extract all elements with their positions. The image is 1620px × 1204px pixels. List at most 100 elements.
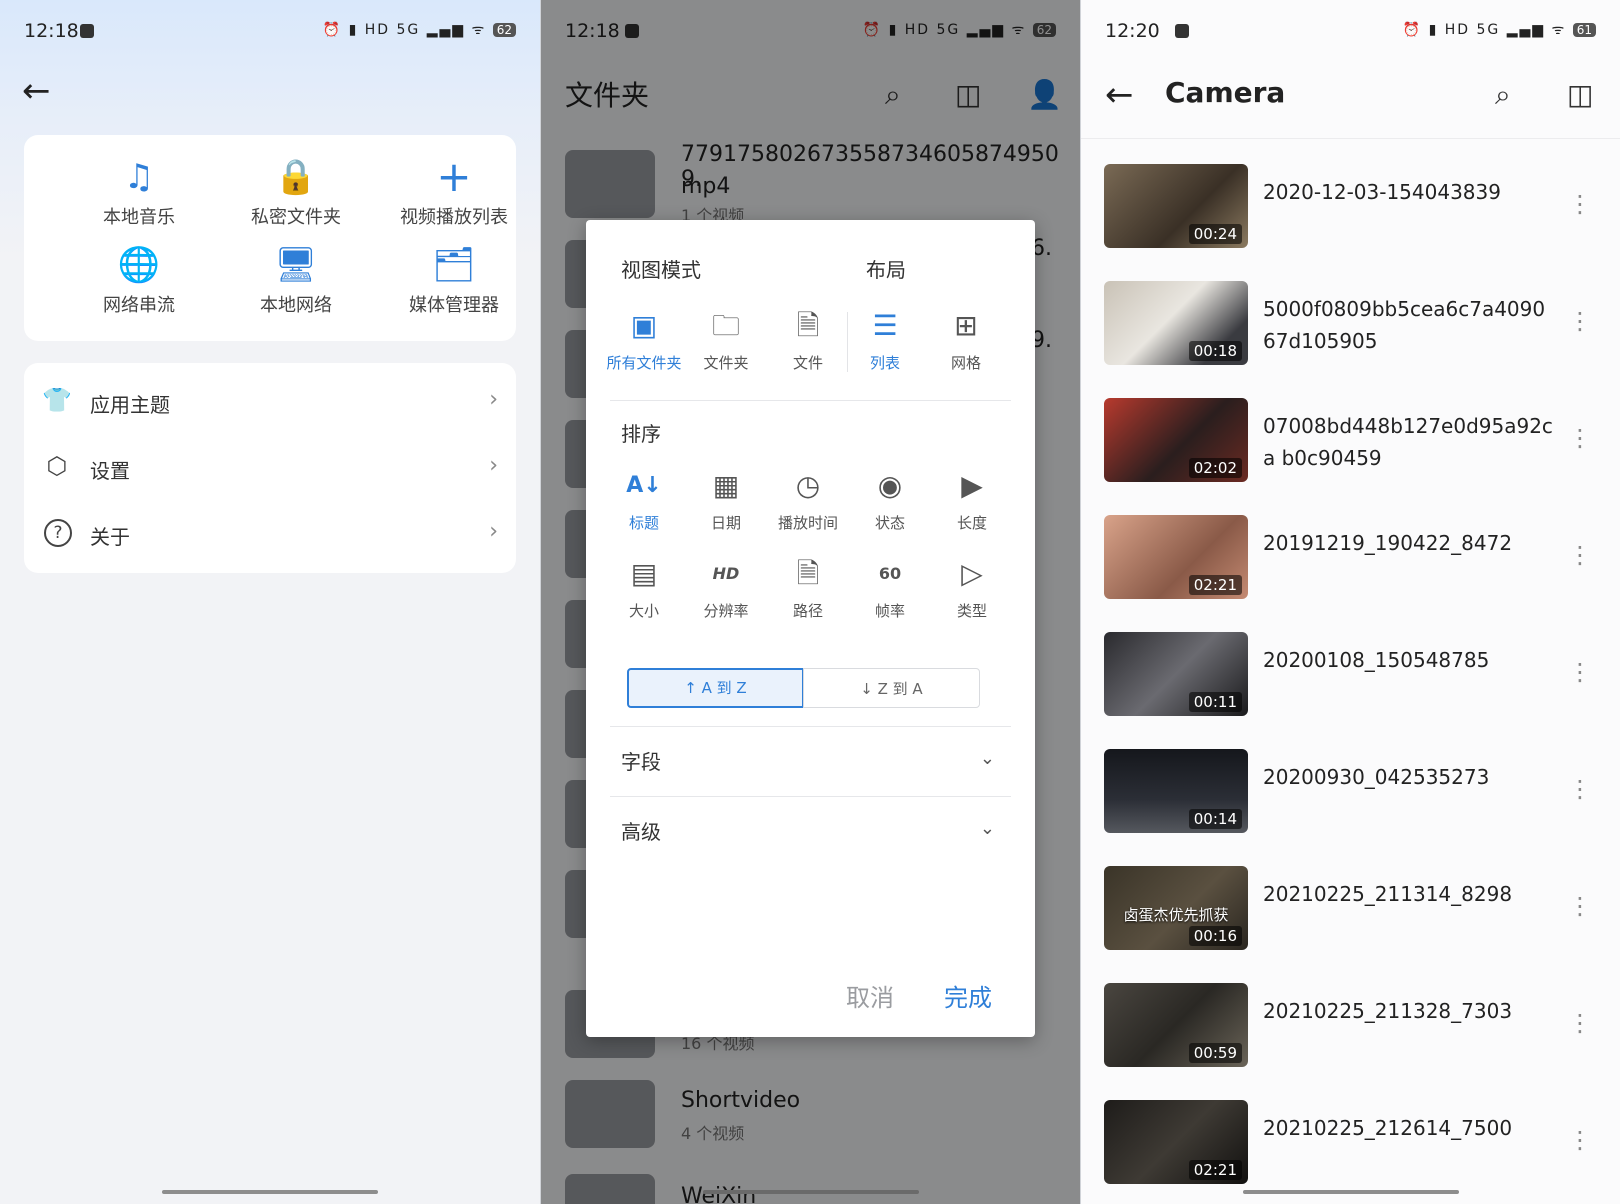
video-item[interactable]: 卤蛋杰优先抓获 00:16 20210225_211314_8298 ⋮: [1081, 866, 1620, 983]
tshirt-icon: 👕: [42, 386, 72, 414]
duration-badge: 02:21: [1188, 575, 1242, 595]
sort-alpha-icon: A↓: [626, 473, 662, 498]
grid-icon: ⊞: [954, 309, 978, 342]
status-bar: 12:20 ⏰ ▮ HD 5G ▂▄▆ ᯤ 61: [1081, 0, 1620, 62]
video-thumbnail: 02:21: [1104, 515, 1248, 599]
video-length-icon: ▶: [961, 469, 983, 502]
more-options-icon[interactable]: ⋮: [1568, 543, 1592, 567]
chevron-down-icon[interactable]: ⌄: [980, 818, 995, 839]
media-manager-button[interactable]: 🗂 媒体管理器: [372, 245, 536, 317]
video-title: 20210225_212614_7500: [1263, 1116, 1513, 1140]
cancel-button[interactable]: 取消: [846, 978, 894, 1013]
menu-item-about[interactable]: ? 关于 ›: [24, 503, 516, 567]
chevron-down-icon[interactable]: ⌄: [980, 748, 995, 769]
video-item[interactable]: 00:11 20200108_150548785 ⋮: [1081, 632, 1620, 749]
view-mode-files[interactable]: 🗎 文件: [766, 308, 850, 373]
video-title: 20200108_150548785: [1263, 648, 1490, 672]
private-folder-button[interactable]: 🔒 私密文件夹: [214, 157, 378, 229]
option-label: 文件: [792, 354, 823, 372]
duration-badge: 00:59: [1188, 1043, 1242, 1063]
local-network-button[interactable]: 🖥 本地网络: [214, 245, 378, 317]
fields-section[interactable]: 字段: [621, 746, 661, 775]
video-playlist-button[interactable]: + 视频播放列表: [372, 156, 536, 229]
back-arrow-icon[interactable]: ←: [22, 74, 51, 108]
option-label: 播放时间: [777, 514, 838, 532]
divider: [610, 400, 1011, 401]
home-indicator[interactable]: [162, 1190, 378, 1194]
sort-path[interactable]: 🗎 路径: [766, 556, 850, 621]
layout-toggle-icon[interactable]: ◫: [1567, 78, 1593, 111]
video-title: 2020-12-03-154043839: [1263, 180, 1501, 204]
more-options-icon[interactable]: ⋮: [1568, 426, 1592, 450]
sort-resolution[interactable]: HD 分辨率: [684, 556, 768, 621]
network-stream-button[interactable]: 🌐 网络串流: [57, 245, 221, 317]
sort-descending-button[interactable]: ↓ Z 到 A: [803, 668, 980, 708]
video-item[interactable]: 00:18 5000f0809bb5cea6c7a4090 67d105905 …: [1081, 281, 1620, 398]
more-options-icon[interactable]: ⋮: [1568, 1128, 1592, 1152]
video-item[interactable]: 00:59 20210225_211328_7303 ⋮: [1081, 983, 1620, 1100]
video-thumbnail: 00:59: [1104, 983, 1248, 1067]
sort-type[interactable]: ▷ 类型: [930, 556, 1014, 621]
sort-length[interactable]: ▶ 长度: [930, 468, 1014, 533]
video-title: 20191219_190422_8472: [1263, 531, 1513, 555]
more-options-icon[interactable]: ⋮: [1568, 1011, 1592, 1035]
video-item[interactable]: 02:21 20191219_190422_8472 ⋮: [1081, 515, 1620, 632]
quick-actions-card: ♫ 本地音乐 🔒 私密文件夹 + 视频播放列表 🌐 网络串流 🖥 本地网络 🗂 …: [24, 135, 516, 341]
help-circle-icon: ?: [44, 519, 72, 547]
search-icon[interactable]: ⌕: [1495, 78, 1511, 112]
video-item[interactable]: 00:14 20200930_042535273 ⋮: [1081, 749, 1620, 866]
layout-list[interactable]: ☰ 列表: [843, 308, 927, 373]
menu-item-theme[interactable]: 👕 应用主题 ›: [24, 371, 516, 435]
file-icon: 🗎: [796, 309, 820, 342]
option-label: 所有文件夹: [606, 354, 682, 372]
sort-play-time[interactable]: ◷ 播放时间: [766, 468, 850, 533]
more-options-icon[interactable]: ⋮: [1568, 894, 1592, 918]
video-thumbnail: 02:02: [1104, 398, 1248, 482]
more-options-icon[interactable]: ⋮: [1568, 777, 1592, 801]
video-title: 20210225_211328_7303: [1263, 999, 1513, 1023]
music-note-icon: ♫: [123, 157, 155, 197]
battery-icon: 62: [492, 23, 516, 37]
option-label: 文件夹: [703, 354, 749, 372]
home-indicator[interactable]: [703, 1190, 919, 1194]
network-stream-label: 网络串流: [103, 295, 175, 316]
home-indicator[interactable]: [1243, 1190, 1459, 1194]
menu-item-label: 关于: [90, 525, 130, 549]
sort-frame-rate[interactable]: 60 帧率: [848, 556, 932, 621]
menu-item-settings[interactable]: ⬡ 设置 ›: [24, 437, 516, 501]
video-item[interactable]: 02:02 07008bd448b127e0d95a92ca b0c90459 …: [1081, 398, 1620, 515]
local-music-button[interactable]: ♫ 本地音乐: [57, 157, 221, 229]
folder-manage-icon: 🗂: [432, 245, 476, 285]
layout-grid[interactable]: ⊞ 网格: [924, 308, 1008, 373]
sort-date[interactable]: ▦ 日期: [684, 468, 768, 533]
duration-badge: 00:11: [1188, 692, 1242, 712]
local-network-label: 本地网络: [260, 295, 332, 316]
chevron-right-icon: ›: [489, 387, 498, 412]
page-title: Camera: [1165, 76, 1286, 109]
more-options-icon[interactable]: ⋮: [1568, 309, 1592, 333]
status-time: 12:20: [1105, 20, 1160, 42]
duration-badge: 00:24: [1188, 224, 1242, 244]
play-status-icon: ◉: [877, 469, 903, 502]
back-arrow-icon[interactable]: ←: [1105, 78, 1134, 112]
sort-title[interactable]: A↓ 标题: [602, 468, 686, 533]
advanced-section[interactable]: 高级: [621, 816, 661, 845]
done-button[interactable]: 完成: [944, 978, 992, 1013]
menu-item-label: 应用主题: [90, 393, 170, 417]
more-options-icon[interactable]: ⋮: [1568, 192, 1592, 216]
view-options-dialog: 视图模式 布局 ▣ 所有文件夹 🗀 文件夹 🗎 文件 ☰ 列表 ⊞ 网格 排序 …: [586, 220, 1035, 1037]
chevron-right-icon: ›: [489, 519, 498, 544]
video-thumbnail: 00:11: [1104, 632, 1248, 716]
view-mode-folders[interactable]: 🗀 文件夹: [684, 308, 768, 373]
video-item[interactable]: 02:21 20210225_212614_7500 ⋮: [1081, 1100, 1620, 1204]
clock-icon: ◷: [795, 469, 821, 502]
sort-status[interactable]: ◉ 状态: [848, 468, 932, 533]
sort-size[interactable]: ▤ 大小: [602, 556, 686, 621]
view-mode-heading: 视图模式: [621, 258, 701, 282]
view-mode-all-folders[interactable]: ▣ 所有文件夹: [602, 308, 686, 373]
sort-ascending-button[interactable]: ↑ A 到 Z: [627, 668, 804, 708]
divider: [610, 726, 1011, 727]
more-options-icon[interactable]: ⋮: [1568, 660, 1592, 684]
video-item[interactable]: 00:24 2020-12-03-154043839 ⋮: [1081, 164, 1620, 281]
option-label: 网格: [950, 354, 981, 372]
